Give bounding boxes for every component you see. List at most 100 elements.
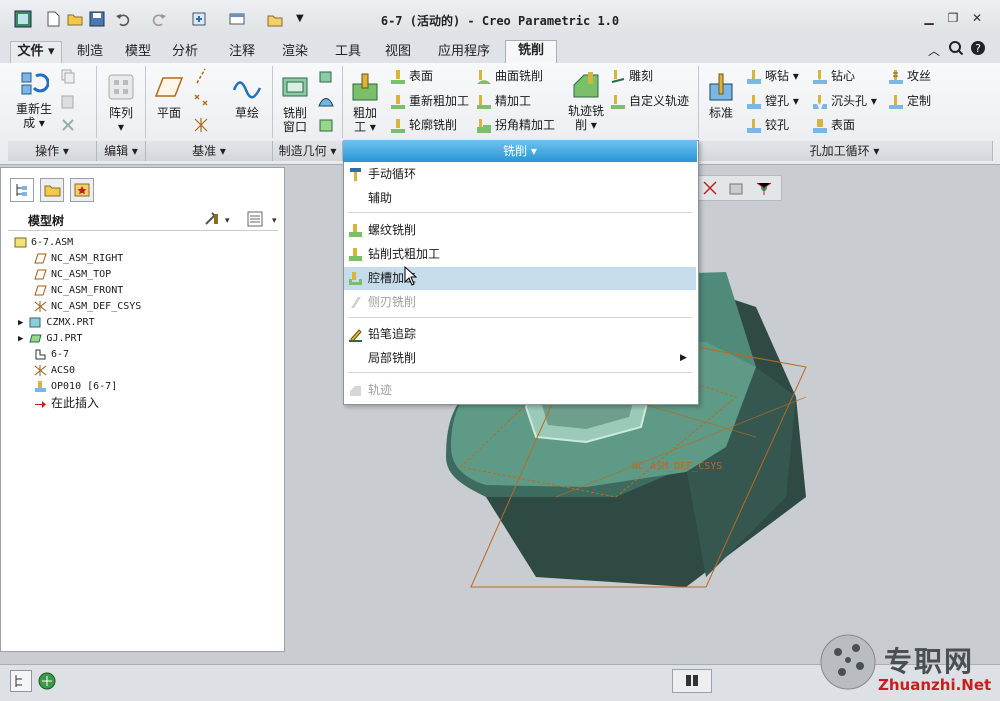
- face-mill-button[interactable]: 表面: [390, 66, 433, 86]
- tab-view[interactable]: 视图: [378, 42, 418, 63]
- tap-button[interactable]: 攻丝: [888, 66, 931, 86]
- tab-render[interactable]: 渲染: [275, 42, 315, 63]
- panel-divider: [8, 230, 278, 231]
- menu-item-pocketing[interactable]: 腔槽加工: [344, 267, 696, 290]
- center-drill-button[interactable]: 钻心: [812, 66, 855, 86]
- regenerate-label-1: 重新生: [15, 102, 52, 116]
- favorites-tab[interactable]: [70, 178, 94, 202]
- tree-item-acs0[interactable]: ACS0: [34, 363, 75, 379]
- menu-item-trajectory: 轨迹: [344, 379, 696, 402]
- roughing-button[interactable]: 粗加 工 ▾: [345, 72, 385, 134]
- tab-applications[interactable]: 应用程序: [428, 42, 500, 63]
- minimize-icon[interactable]: ▁: [922, 11, 936, 25]
- trajectory-icon: [348, 383, 363, 398]
- workpiece-icon[interactable]: [318, 68, 334, 87]
- datum-point-display-icon[interactable]: [701, 179, 719, 200]
- surface-mill-button[interactable]: 曲面铣削: [476, 66, 543, 86]
- plane-icon: [154, 72, 184, 102]
- tree-item-insert-here[interactable]: 在此插入: [34, 395, 99, 411]
- group-datum[interactable]: 基准 ▾: [146, 141, 273, 161]
- rerough-button[interactable]: 重新粗加工: [390, 91, 469, 111]
- custom-trajectory-button[interactable]: 自定义轨迹: [610, 91, 689, 111]
- delete-icon[interactable]: [60, 117, 76, 136]
- regenerate-button[interactable]: 重新生 成 ▾: [12, 68, 56, 130]
- model-tree-tab[interactable]: [10, 178, 34, 202]
- expand-arrow-icon[interactable]: ▶: [18, 334, 23, 344]
- center-drill-label: 钻心: [831, 69, 856, 83]
- standard-drill-button[interactable]: 标准: [702, 72, 740, 120]
- group-mfg-geometry[interactable]: 制造几何 ▾: [273, 141, 343, 161]
- ream-button[interactable]: 铰孔: [746, 115, 789, 135]
- tree-columns-icon[interactable]: ▾: [246, 210, 280, 231]
- saved-views-icon[interactable]: [727, 179, 745, 200]
- group-hole-cycle[interactable]: 孔加工循环 ▾: [697, 141, 993, 161]
- mill-surface-icon[interactable]: [318, 93, 334, 112]
- peck-drill-button[interactable]: 啄钻 ▾: [746, 66, 799, 86]
- profile-mill-button[interactable]: 轮廓铣削: [390, 115, 457, 135]
- menu-item-plunge-rough[interactable]: 钻削式粗加工: [344, 243, 696, 266]
- tab-milling[interactable]: 铣削: [505, 40, 557, 64]
- ribbon-separator: [698, 66, 699, 138]
- group-operation[interactable]: 操作 ▾: [8, 141, 97, 161]
- tree-item-assembly[interactable]: 6-7.ASM: [14, 235, 73, 251]
- engrave-button[interactable]: 雕刻: [610, 66, 653, 86]
- coordinate-system-icon[interactable]: [193, 117, 209, 136]
- tree-item-part-czmx[interactable]: ▶ CZMX.PRT: [18, 315, 95, 331]
- selection-filter-button[interactable]: [672, 669, 712, 693]
- mill-volume-icon[interactable]: [318, 117, 334, 136]
- svg-text:▾: ▾: [225, 216, 230, 226]
- tab-manufacturing[interactable]: 制造: [70, 42, 110, 63]
- face-hole-button[interactable]: 表面: [812, 115, 855, 135]
- help-icon[interactable]: ?: [970, 40, 986, 59]
- show-navigator-icon[interactable]: [10, 670, 32, 692]
- tab-analysis[interactable]: 分析: [165, 42, 205, 63]
- tab-annotate[interactable]: 注释: [222, 42, 262, 63]
- tree-item-workcell[interactable]: 6-7: [34, 347, 69, 363]
- ribbon-separator: [145, 66, 146, 138]
- corner-finish-button[interactable]: 拐角精加工: [476, 115, 555, 135]
- custom-cycle-button[interactable]: 定制: [888, 91, 931, 111]
- menu-item-auxiliary[interactable]: 辅助: [344, 187, 696, 210]
- copy-icon[interactable]: [60, 68, 76, 87]
- peck-drill-label: 啄钻: [765, 69, 790, 83]
- tree-item-datum-top[interactable]: NC_ASM_TOP: [34, 267, 111, 283]
- pattern-button[interactable]: 阵列 ▾: [102, 72, 140, 134]
- finishing-button[interactable]: 精加工: [476, 91, 531, 111]
- trajectory-mill-icon: [571, 70, 601, 100]
- bore-label: 镗孔: [765, 94, 790, 108]
- tab-tools[interactable]: 工具: [328, 42, 368, 63]
- display-style-icon[interactable]: [755, 179, 773, 200]
- menu-item-pencil-trace[interactable]: 铅笔追踪: [344, 323, 696, 346]
- point-icon[interactable]: [193, 93, 209, 112]
- bore-button[interactable]: 镗孔 ▾: [746, 91, 799, 111]
- folder-browser-tab[interactable]: [40, 178, 64, 202]
- plane-button[interactable]: 平面: [150, 72, 188, 120]
- tree-item-datum-right[interactable]: NC_ASM_RIGHT: [34, 251, 123, 267]
- menu-item-manual-cycle[interactable]: 手动循环: [344, 163, 696, 186]
- axis-icon[interactable]: [193, 68, 209, 87]
- mill-window-button[interactable]: 铣削 窗口: [276, 72, 314, 134]
- restore-icon[interactable]: ❐: [946, 11, 960, 25]
- trajectory-mill-button[interactable]: 轨迹铣 削 ▾: [564, 70, 608, 132]
- sketch-button[interactable]: 草绘: [228, 72, 266, 120]
- tree-settings-icon[interactable]: ▾: [203, 210, 233, 231]
- tree-item-operation[interactable]: OP010 [6-7]: [34, 379, 117, 395]
- group-milling[interactable]: 铣削 ▾: [343, 140, 697, 162]
- tab-model[interactable]: 模型: [118, 42, 158, 63]
- submenu-arrow-icon: ▶: [680, 353, 687, 363]
- show-browser-icon[interactable]: [36, 670, 58, 692]
- tree-item-label: CZMX.PRT: [46, 317, 95, 328]
- tree-item-csys[interactable]: NC_ASM_DEF_CSYS: [34, 299, 141, 315]
- expand-arrow-icon[interactable]: ▶: [18, 318, 23, 328]
- countersink-button[interactable]: 沉头孔 ▾: [812, 91, 877, 111]
- paste-icon[interactable]: [60, 93, 76, 112]
- menu-item-local-mill[interactable]: 局部铣削 ▶: [344, 347, 696, 370]
- tree-item-datum-front[interactable]: NC_ASM_FRONT: [34, 283, 123, 299]
- tree-item-part-gj[interactable]: ▶ GJ.PRT: [18, 331, 83, 347]
- close-icon[interactable]: ✕: [970, 11, 984, 25]
- group-edit[interactable]: 编辑 ▾: [97, 141, 146, 161]
- search-icon[interactable]: [948, 40, 964, 59]
- collapse-ribbon-icon[interactable]: ︿: [928, 42, 940, 59]
- menu-item-thread-mill[interactable]: 螺纹铣削: [344, 219, 696, 242]
- tab-file[interactable]: 文件 ▾: [10, 41, 62, 64]
